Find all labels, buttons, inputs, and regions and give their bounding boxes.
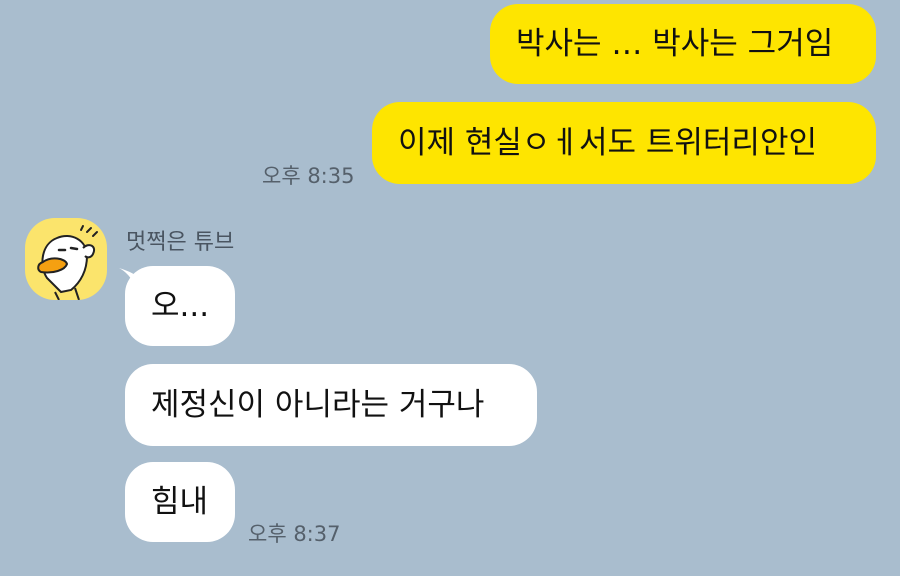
chat-room: 박사는 … 박사는 그거임 이제 현실ㅇㅔ서도 트위터리안인 오후 8:35 멋…: [0, 0, 900, 576]
message-text: 힘내: [151, 483, 209, 520]
tube-duck-avatar-icon[interactable]: [25, 218, 107, 300]
incoming-message-bubble[interactable]: 오...: [125, 266, 235, 346]
message-text: 박사는 … 박사는 그거임: [516, 25, 834, 62]
sender-name: 멋쩍은 튜브: [126, 230, 235, 255]
outgoing-message-bubble[interactable]: 이제 현실ㅇㅔ서도 트위터리안인: [372, 102, 876, 184]
incoming-message-bubble[interactable]: 제정신이 아니라는 거구나: [125, 364, 537, 446]
message-timestamp: 오후 8:35: [262, 164, 355, 188]
message-text: 오...: [151, 287, 210, 324]
message-text: 이제 현실ㅇㅔ서도 트위터리안인: [398, 124, 817, 161]
incoming-message-bubble[interactable]: 힘내: [125, 462, 235, 542]
message-timestamp: 오후 8:37: [248, 522, 341, 546]
message-text: 제정신이 아니라는 거구나: [151, 386, 485, 423]
outgoing-message-bubble[interactable]: 박사는 … 박사는 그거임: [490, 4, 876, 84]
